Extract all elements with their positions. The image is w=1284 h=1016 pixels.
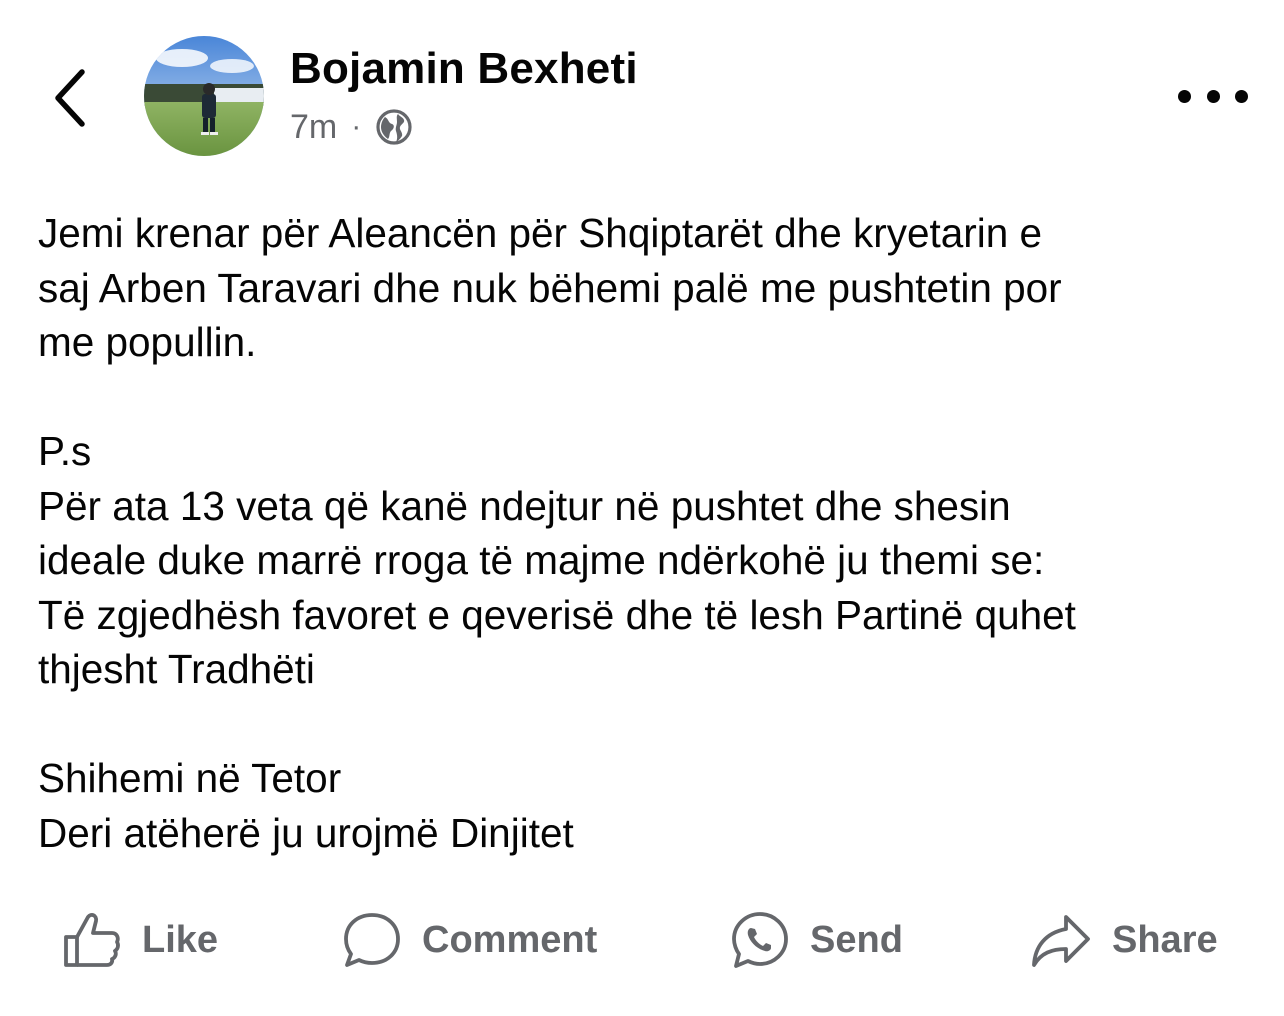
comment-button[interactable]: Comment [342, 900, 597, 980]
share-label: Share [1112, 918, 1218, 961]
send-button[interactable]: Send [730, 900, 903, 980]
post-text-line: Shihemi në Tetor [38, 755, 342, 801]
share-button[interactable]: Share [1030, 900, 1218, 980]
author-name[interactable]: Bojamin Bexheti [290, 44, 638, 94]
more-dot [1235, 89, 1248, 103]
post-text-line: me popullin. [38, 319, 257, 365]
chevron-left-icon [55, 69, 85, 127]
post-text-line: Deri atëherë ju urojmë Dinjitet [38, 809, 574, 856]
more-options-button[interactable] [1178, 76, 1248, 116]
post-text-line: ideale duke marrë rroga të majme ndërkoh… [38, 537, 1045, 583]
post-text: Jemi krenar për Aleancën për Shqiptarët … [38, 206, 1258, 860]
send-label: Send [810, 918, 903, 961]
post-meta: 7m · [290, 106, 413, 148]
like-button[interactable]: Like [62, 900, 218, 980]
share-arrow-icon [1030, 911, 1092, 969]
post-header: Bojamin Bexheti 7m · [0, 0, 1284, 180]
meta-separator: · [351, 110, 362, 143]
more-dot [1178, 89, 1191, 103]
back-button[interactable] [40, 58, 100, 138]
like-label: Like [142, 918, 219, 961]
post-text-line: Për ata 13 veta që kanë ndejtur në pusht… [38, 482, 1011, 529]
avatar[interactable] [144, 36, 264, 156]
post-timestamp[interactable]: 7m [290, 108, 337, 147]
messenger-icon [730, 910, 790, 970]
post-text-line: thjesht Tradhëti [38, 646, 315, 692]
profile-photo [144, 36, 264, 156]
globe-icon[interactable] [375, 108, 413, 146]
post-text-line: saj Arben Taravari dhe nuk bëhemi palë m… [38, 264, 1062, 311]
comment-bubble-icon [342, 911, 402, 969]
comment-label: Comment [422, 918, 598, 961]
post-text-line: Jemi krenar për Aleancën për Shqiptarët … [38, 210, 1043, 256]
post-action-bar: Like Comment Send Share [0, 900, 1284, 980]
thumbs-up-icon [62, 911, 122, 969]
more-dot [1206, 89, 1220, 103]
post-text-line: P.s [38, 428, 92, 474]
post-text-line: Të zgjedhësh favoret e qeverisë dhe të l… [38, 591, 1076, 638]
